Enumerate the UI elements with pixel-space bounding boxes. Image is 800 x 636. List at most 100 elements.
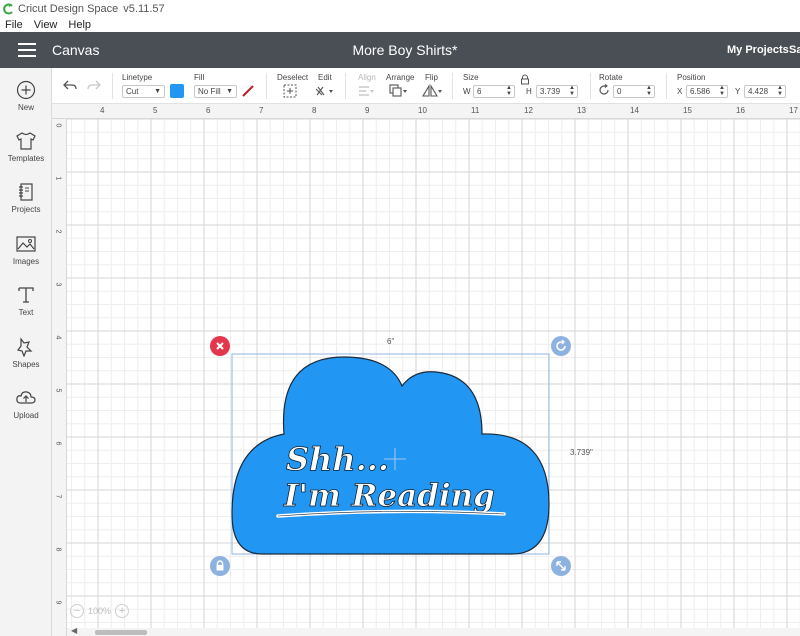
undo-icon[interactable] (62, 78, 78, 92)
scroll-left-icon[interactable]: ◀ (71, 626, 77, 635)
sidebar-item-projects[interactable]: Projects (0, 182, 52, 230)
linetype-label: Linetype (122, 73, 153, 82)
toolbar-separator (666, 73, 667, 99)
y-position-value: 4.428 (748, 87, 769, 96)
horizontal-scrollbar[interactable]: ◀ (67, 626, 800, 636)
design-text-line2: I'm Reading (283, 478, 495, 514)
height-value: 3.739 (540, 87, 561, 96)
design-canvas[interactable]: 4 5 6 7 8 9 10 11 12 13 14 15 16 17 0123456789 Shh...… (52, 104, 800, 636)
sidebar-item-label: Templates (7, 154, 45, 163)
redo-icon[interactable] (86, 78, 102, 92)
toolbar-separator (452, 73, 453, 99)
sidebar-item-text[interactable]: Text (0, 285, 52, 333)
sidebar-item-label: Projects (11, 205, 41, 214)
sidebar-item-images[interactable]: Images (0, 234, 52, 282)
toolbar-separator (345, 73, 346, 99)
edit-tools-icon[interactable] (314, 84, 336, 98)
flip-label: Flip (425, 73, 438, 82)
my-projects-button[interactable]: My Projects (727, 44, 789, 56)
size-label: Size (463, 73, 479, 82)
rotate-input[interactable]: 0 ▲ ▼ (613, 85, 655, 98)
menu-view[interactable]: View (34, 19, 58, 31)
cricut-logo-icon (3, 3, 13, 14)
shapes-icon (16, 337, 33, 357)
zoom-in-button[interactable]: + (115, 604, 130, 618)
stepper-icon[interactable]: ▲ ▼ (719, 85, 725, 97)
design-group[interactable]: Shh... I'm Reading (52, 104, 800, 636)
position-label: Position (677, 73, 706, 82)
app-name: Cricut Design Space (18, 2, 119, 15)
toolbar-separator (266, 73, 267, 99)
menu-bar: File View Help (0, 17, 800, 32)
delete-handle[interactable] (210, 336, 230, 356)
sidebar-item-label: Upload (13, 411, 39, 420)
arrange-icon[interactable] (389, 84, 409, 98)
linetype-select[interactable]: Cut ▼ (122, 85, 165, 98)
cloud-shape[interactable] (231, 356, 550, 555)
sidebar-item-shapes[interactable]: Shapes (0, 337, 52, 385)
app-version: v5.11.57 (123, 2, 165, 15)
stepper-icon[interactable]: ▲ ▼ (646, 85, 652, 97)
rotate-icon (599, 84, 609, 95)
text-icon (18, 287, 34, 303)
flip-icon[interactable] (421, 84, 443, 98)
shirt-icon (16, 132, 36, 150)
rotate-icon (556, 339, 566, 351)
app-header: Canvas More Boy Shirts* My Projects Sa (0, 32, 800, 68)
stepper-icon[interactable]: ▲ ▼ (506, 85, 512, 97)
sidebar-item-templates[interactable]: Templates (0, 131, 52, 179)
chevron-down-icon: ▼ (154, 88, 161, 95)
rotate-label: Rotate (599, 73, 623, 82)
x-position-input[interactable]: 6.586 ▲ ▼ (686, 85, 728, 98)
width-value: 6 (477, 87, 482, 96)
menu-file[interactable]: File (5, 19, 23, 31)
height-input[interactable]: 3.739 ▲ ▼ (536, 85, 578, 98)
stepper-icon[interactable]: ▲ ▼ (777, 85, 783, 97)
y-position-input[interactable]: 4.428 ▲ ▼ (744, 85, 786, 98)
notebook-icon (19, 183, 33, 201)
sidebar: New Templates Projects Images Text Shape… (0, 68, 52, 636)
x-letter: X (677, 87, 683, 96)
edit-label: Edit (318, 73, 332, 82)
image-icon (16, 236, 36, 252)
project-title: More Boy Shirts* (352, 42, 458, 58)
linetype-color-swatch[interactable] (170, 84, 184, 98)
width-dimension-label: 6" (387, 337, 395, 346)
sidebar-item-label: Shapes (12, 360, 40, 369)
align-label: Align (358, 73, 376, 82)
menu-help[interactable]: Help (68, 19, 91, 31)
x-position-value: 6.586 (690, 87, 711, 96)
width-input[interactable]: 6 ▲ ▼ (473, 85, 515, 98)
sidebar-item-label: New (17, 103, 34, 112)
height-letter: H (526, 87, 532, 96)
deselect-label: Deselect (277, 73, 309, 82)
sidebar-item-label: Text (18, 308, 34, 317)
y-letter: Y (735, 87, 741, 96)
no-fill-swatch-icon[interactable] (241, 84, 255, 98)
rotate-handle[interactable] (551, 336, 571, 356)
save-button[interactable]: Sa (789, 44, 800, 56)
fill-select[interactable]: No Fill ▼ (194, 85, 237, 98)
deselect-icon[interactable] (283, 84, 297, 98)
stepper-icon[interactable]: ▲ ▼ (569, 85, 575, 97)
cloud-upload-icon (16, 391, 36, 404)
arrange-label: Arrange (386, 73, 415, 82)
sidebar-item-label: Images (12, 257, 40, 266)
fill-value: No Fill (198, 87, 221, 96)
toolbar-separator (590, 73, 591, 99)
resize-handle[interactable] (551, 556, 571, 576)
edit-toolbar: Linetype Cut ▼ Fill No Fill ▼ Deselect E… (52, 68, 800, 104)
resize-icon (556, 561, 566, 571)
sidebar-item-upload[interactable]: Upload (0, 388, 52, 436)
scrollbar-thumb[interactable] (95, 630, 147, 635)
zoom-out-button[interactable]: − (70, 604, 84, 618)
zoom-control: − 100% + (70, 601, 136, 621)
width-letter: W (463, 87, 471, 96)
sidebar-item-new[interactable]: New (0, 80, 52, 128)
lock-handle[interactable] (210, 556, 230, 576)
lock-icon[interactable] (520, 74, 530, 85)
lock-icon (216, 560, 224, 571)
fill-label: Fill (194, 73, 205, 82)
rotate-value: 0 (617, 87, 622, 96)
linetype-value: Cut (126, 87, 139, 96)
